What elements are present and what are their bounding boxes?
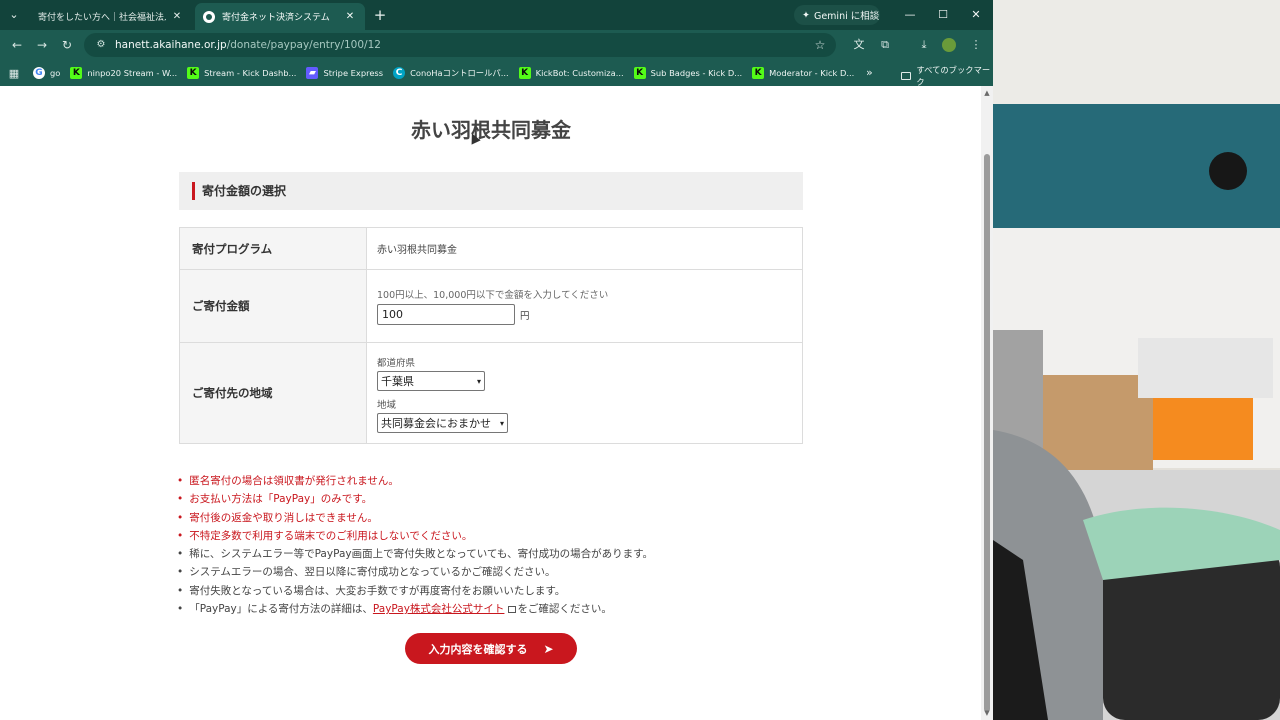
arrow-right-icon: ➤ (543, 641, 554, 656)
address-bar[interactable]: ⚙ hanett.akaihane.or.jp /donate/paypay/e… (84, 33, 836, 57)
extensions-icon[interactable]: ⧉ (877, 37, 893, 53)
area-select[interactable]: 共同募金会におまかせ ▾ (377, 413, 508, 433)
prefecture-label: 都道府県 (377, 358, 416, 369)
section-accent-bar (192, 182, 195, 200)
close-icon[interactable]: ✕ (170, 11, 184, 22)
notes-list: 匿名寄付の場合は領収書が発行されません。 お支払い方法は「PayPay」のみです… (177, 472, 653, 618)
amount-input[interactable] (377, 304, 515, 325)
browser-menu-icon[interactable]: ⋮ (968, 37, 984, 53)
close-icon[interactable]: ✕ (343, 11, 357, 22)
kick-icon: K (70, 67, 83, 79)
tab-donation-system[interactable]: 寄付金ネット決済システム ✕ (195, 3, 365, 30)
download-icon[interactable]: ⤓ (916, 37, 932, 53)
apps-grid-icon[interactable]: ▦ (0, 67, 28, 80)
more-bookmarks-chevron-icon[interactable]: » (866, 66, 873, 79)
submit-label: 入力内容を確認する (428, 642, 528, 656)
prefecture-selected-value: 千葉県 (381, 375, 414, 388)
minimize-button[interactable]: — (895, 5, 925, 25)
area-label: 地域 (377, 400, 397, 411)
kick-icon: K (633, 67, 646, 79)
forward-arrow-icon[interactable]: → (33, 36, 51, 54)
bookmark-conoha[interactable]: C ConoHaコントロールパ... (388, 67, 514, 79)
section-header: 寄付金額の選択 (179, 172, 803, 210)
profile-avatar[interactable] (942, 38, 956, 52)
bookmarks-bar: ▦ Ggo Kninpo20 Stream - W... K Stream - K… (0, 60, 993, 86)
bookmark-kickbot[interactable]: K KickBot: Customiza... (514, 67, 629, 79)
amount-row: ご寄付金額 100円以上、10,000円以下で金額を入力してください 円 (179, 269, 803, 343)
screen: ⌄ 寄付をしたい方へ｜社会福祉法人 ✕ 寄付金ネット決済システム ✕ + ✦ G… (0, 0, 1280, 720)
google-icon: G (33, 67, 45, 79)
gemini-spark-icon: ✦ (802, 9, 810, 21)
webcam-feed (993, 0, 1280, 720)
scroll-down-arrow-icon[interactable]: ▼ (983, 709, 991, 717)
note-item: システムエラーの場合、翌日以降に寄付成功となっているかご確認ください。 (177, 563, 653, 581)
confirm-submit-button[interactable]: 入力内容を確認する ➤ (405, 633, 577, 664)
region-label: ご寄付先の地域 (179, 342, 367, 444)
area-selected-value: 共同募金会におまかせ (381, 417, 491, 430)
webcam-scene (993, 0, 1280, 720)
tab-bar: ⌄ 寄付をしたい方へ｜社会福祉法人 ✕ 寄付金ネット決済システム ✕ + ✦ G… (0, 0, 993, 30)
back-arrow-icon[interactable]: ← (8, 36, 26, 54)
note-item: 匿名寄付の場合は領収書が発行されません。 (177, 472, 653, 490)
note-item: お支払い方法は「PayPay」のみです。 (177, 490, 653, 508)
page-title: 赤い羽根共同募金 (411, 118, 571, 142)
translate-icon[interactable]: 文 (851, 37, 867, 53)
site-settings-icon[interactable]: ⚙ (94, 38, 108, 52)
tab-title: 寄付金ネット決済システム (222, 13, 330, 23)
bookmark-sub-badges[interactable]: K Sub Badges - Kick D... (629, 67, 748, 79)
browser-toolbar: ← → ↻ ⚙ hanett.akaihane.or.jp /donate/pa… (0, 30, 993, 60)
kick-icon: K (187, 67, 200, 79)
note-item: 寄付後の返金や取り消しはできません。 (177, 509, 653, 527)
url-host: hanett.akaihane.or.jp (115, 39, 227, 51)
amount-label: ご寄付金額 (179, 269, 367, 343)
bookmark-ninpo20-stream[interactable]: Kninpo20 Stream - W... (65, 67, 182, 79)
tab-title: 寄付をしたい方へ｜社会福祉法人 (38, 13, 166, 23)
section-title: 寄付金額の選択 (202, 184, 287, 198)
site-favicon-icon (203, 10, 215, 23)
browser-window: ⌄ 寄付をしたい方へ｜社会福祉法人 ✕ 寄付金ネット決済システム ✕ + ✦ G… (0, 0, 993, 720)
amount-hint: 100円以上、10,000円以下で金額を入力してください (377, 290, 609, 301)
maximize-button[interactable]: ☐ (928, 5, 958, 25)
bookmark-star-icon[interactable]: ☆ (812, 37, 828, 53)
program-label: 寄付プログラム (179, 227, 367, 270)
gemini-button[interactable]: ✦ Gemini に相談 (794, 5, 880, 25)
tab-search-icon[interactable]: ⌄ (6, 7, 22, 23)
reload-icon[interactable]: ↻ (58, 36, 76, 54)
kick-icon: K (518, 67, 531, 79)
chevron-down-icon: ▾ (499, 418, 504, 428)
folder-icon (901, 72, 912, 80)
conoha-icon: C (393, 67, 406, 79)
paypay-official-site-link[interactable]: PayPay株式会社公式サイト (373, 603, 505, 615)
page-scrollbar[interactable]: ▲ ▼ (981, 86, 993, 720)
program-value: 赤い羽根共同募金 (366, 227, 803, 270)
scroll-thumb[interactable] (984, 154, 990, 712)
scroll-up-arrow-icon[interactable]: ▲ (983, 89, 991, 97)
stripe-icon: ▰ (306, 67, 319, 79)
note-item: 稀に、システムエラー等でPayPay画面上で寄付失敗となっていても、寄付成功の場… (177, 545, 653, 563)
bookmark-moderator[interactable]: K Moderator - Kick D... (747, 67, 859, 79)
note-item: 不特定多数で利用する端末でのご利用はしないでください。 (177, 527, 653, 545)
prefecture-select[interactable]: 千葉県 ▾ (377, 371, 485, 391)
external-link-icon (508, 605, 517, 613)
new-tab-button[interactable]: + (372, 6, 388, 24)
url-path: /donate/paypay/entry/100/12 (226, 39, 381, 51)
gemini-label: Gemini に相談 (813, 11, 880, 22)
bookmark-go[interactable]: Ggo (28, 67, 65, 79)
all-bookmarks-button[interactable]: すべてのブックマーク (901, 64, 993, 88)
bookmark-kick-dashboard[interactable]: K Stream - Kick Dashb... (182, 67, 301, 79)
tab-donation-info[interactable]: 寄付をしたい方へ｜社会福祉法人 ✕ (30, 3, 192, 30)
note-item-paypay-link: 「PayPay」による寄付方法の詳細は、PayPay株式会社公式サイトをご確認く… (177, 600, 653, 618)
note-item: 寄付失敗となっている場合は、大変お手数ですが再度寄付をお願いいたします。 (177, 582, 653, 600)
bookmark-stripe-express[interactable]: ▰ Stripe Express (301, 67, 388, 79)
window-close-button[interactable]: ✕ (961, 5, 991, 25)
donation-form-table: 寄付プログラム 赤い羽根共同募金 ご寄付金額 100円以上、10,000円以下で… (179, 227, 803, 444)
chevron-down-icon: ▾ (476, 376, 481, 386)
page-content: 赤い羽根共同募金 寄付金額の選択 寄付プログラム 赤い羽根共同募金 ご寄付金額 … (0, 86, 981, 720)
region-row: ご寄付先の地域 都道府県 千葉県 ▾ 地域 共同募金会におまかせ ▾ (179, 342, 803, 444)
program-row: 寄付プログラム 赤い羽根共同募金 (179, 227, 803, 270)
amount-unit: 円 (520, 310, 530, 322)
kick-icon: K (752, 67, 765, 79)
